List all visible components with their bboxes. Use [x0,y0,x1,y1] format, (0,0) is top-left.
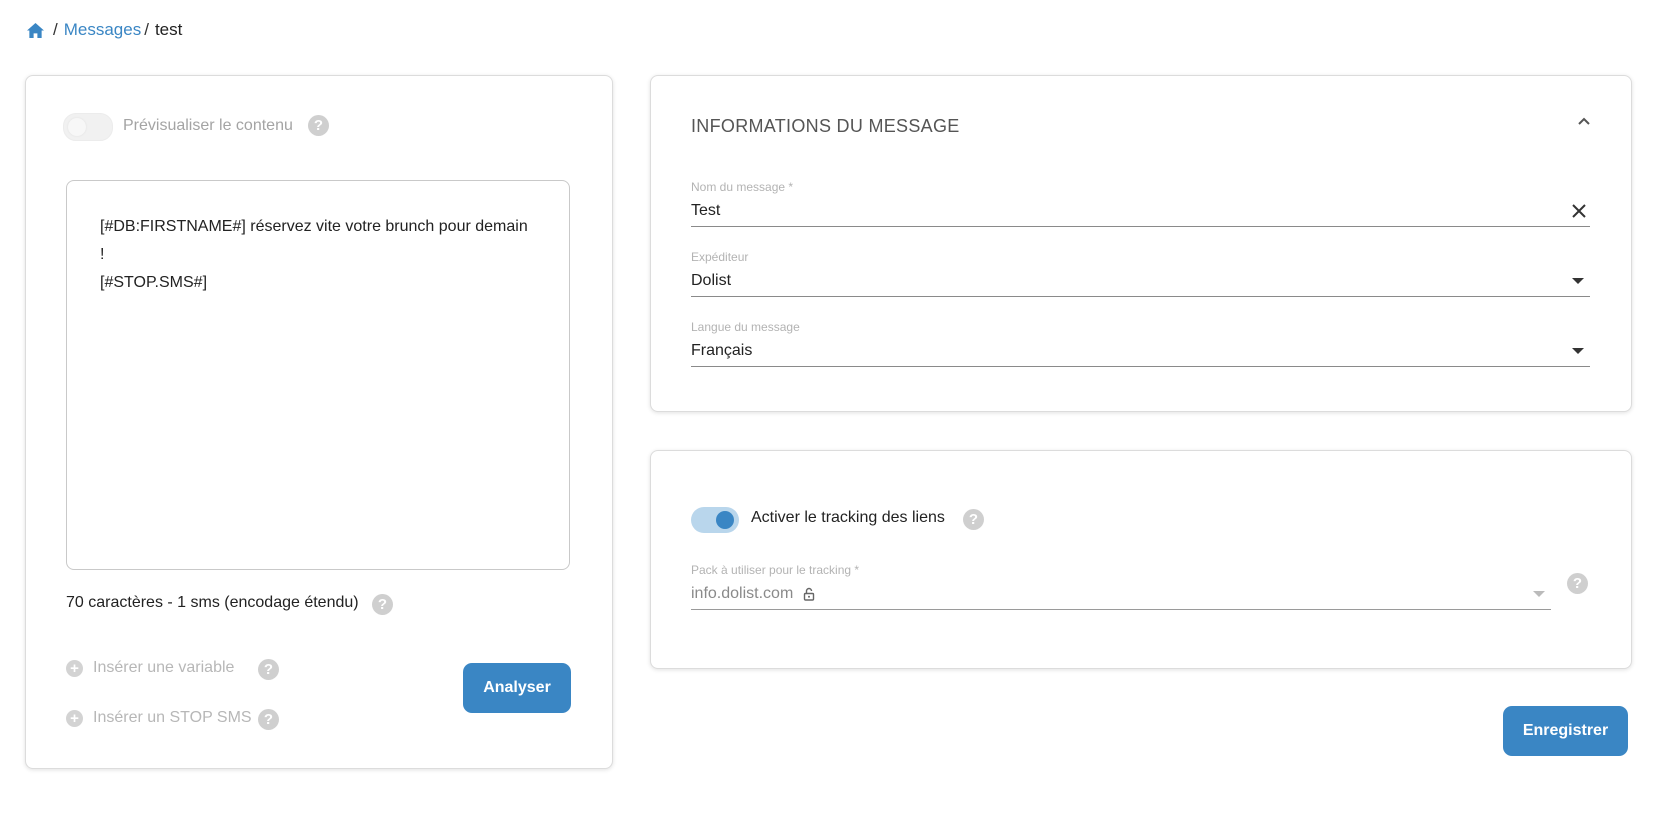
help-icon[interactable]: ? [258,709,279,730]
field-label: Langue du message [691,320,800,334]
language-select[interactable]: Français [691,336,1590,367]
message-name-field: Nom du message * Test [691,180,1590,227]
field-value: Test [691,202,721,219]
sms-text-line: [#DB:FIRSTNAME#] réservez vite votre bru… [100,218,528,263]
analyse-button[interactable]: Analyser [463,663,571,713]
message-name-input[interactable]: Test [691,196,1590,227]
breadcrumb: / Messages / test [26,20,182,40]
help-icon[interactable]: ? [258,659,279,680]
character-counter: 70 caractères - 1 sms (encodage étendu) [66,594,359,611]
breadcrumb-current: test [154,20,183,39]
section-title: INFORMATIONS DU MESSAGE [691,116,960,136]
caret-down-icon [1572,348,1584,354]
sms-editor-card: Prévisualiser le contenu ? [#DB:FIRSTNAM… [25,75,613,769]
insert-variable-link[interactable]: + Insérer une variable [66,659,234,677]
tracking-toggle[interactable] [691,507,739,533]
help-icon[interactable]: ? [963,509,984,530]
sms-content-textarea[interactable]: [#DB:FIRSTNAME#] réservez vite votre bru… [66,180,570,570]
tracking-pack-select[interactable]: info.dolist.com [691,579,1551,610]
plus-circle-icon: + [66,659,83,677]
caret-down-icon [1533,591,1545,597]
message-info-card: INFORMATIONS DU MESSAGE Nom du message *… [650,75,1632,412]
field-value: info.dolist.com [691,585,794,602]
field-label: Nom du message * [691,180,794,194]
save-button[interactable]: Enregistrer [1503,706,1628,756]
insert-stop-sms-label: Insérer un STOP SMS [93,709,252,726]
chevron-up-icon[interactable] [1577,114,1591,128]
preview-label: Prévisualiser le contenu [123,117,293,134]
help-icon[interactable]: ? [372,594,393,615]
breadcrumb-separator: / [53,20,58,39]
plus-circle-icon: + [66,709,83,727]
tracking-toggle-label: Activer le tracking des liens [751,509,945,526]
field-value: Français [691,342,753,359]
help-icon[interactable]: ? [1567,573,1588,594]
help-icon[interactable]: ? [308,115,329,136]
toggle-knob [68,118,86,136]
sender-select[interactable]: Dolist [691,266,1590,297]
preview-toggle[interactable] [63,113,113,141]
breadcrumb-messages-link[interactable]: Messages [64,20,141,40]
tracking-pack-field: Pack à utiliser pour le tracking * info.… [691,563,1551,610]
field-label: Expéditeur [691,250,749,264]
tracking-card: Activer le tracking des liens ? Pack à u… [650,450,1632,669]
field-value: Dolist [691,272,732,289]
home-icon[interactable] [26,22,45,39]
caret-down-icon [1572,278,1584,284]
sms-text-line: [#STOP.SMS#] [100,274,208,291]
toggle-knob [716,511,734,529]
insert-variable-label: Insérer une variable [93,659,235,676]
sender-field: Expéditeur Dolist [691,250,1590,297]
unlock-icon [804,587,815,601]
field-label: Pack à utiliser pour le tracking * [691,563,860,577]
close-icon[interactable] [1571,203,1587,219]
language-field: Langue du message Français [691,320,1590,367]
insert-stop-sms-link[interactable]: + Insérer un STOP SMS [66,709,252,727]
breadcrumb-separator: / [144,20,149,39]
